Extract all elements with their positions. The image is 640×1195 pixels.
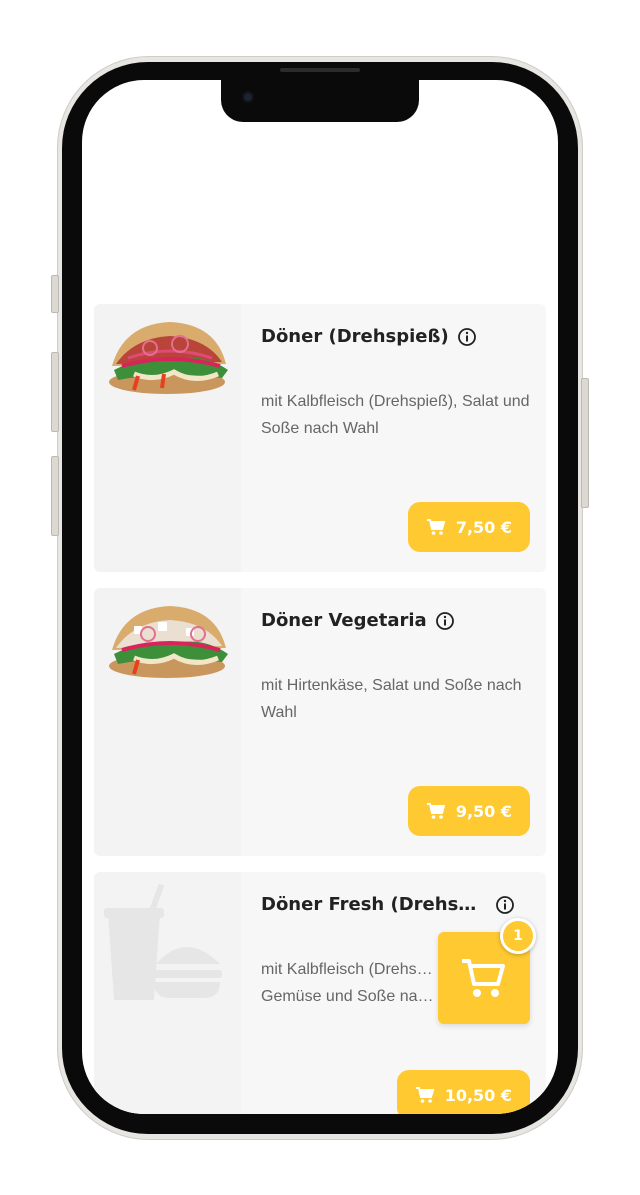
menu-item-card[interactable]: Döner Vegetaria mit Hirtenkäse, Salat un… xyxy=(94,588,546,856)
speaker-grille xyxy=(280,68,360,72)
menu-item-title: Döner (Drehspieß) xyxy=(261,326,449,347)
shopping-cart-icon xyxy=(426,803,446,819)
menu-item-title: Döner Fresh (Drehspi… xyxy=(261,894,485,915)
volume-down-button xyxy=(51,456,59,536)
price-label: 9,50 € xyxy=(455,801,512,821)
menu-item-title: Döner Vegetaria xyxy=(261,610,427,631)
menu-item-description: mit Kalbfleisch (Drehspieß), Salat und S… xyxy=(261,393,530,437)
volume-up-button xyxy=(51,352,59,432)
menu-item-body: Döner (Drehspieß) mit Kalbfleisch (Drehs… xyxy=(261,304,530,572)
shopping-cart-icon xyxy=(462,959,505,997)
info-icon[interactable] xyxy=(435,611,455,631)
doner-sandwich-photo xyxy=(94,304,241,572)
add-to-cart-button[interactable]: 10,50 € xyxy=(396,1070,530,1114)
placeholder-drink-burger-icon xyxy=(94,872,241,1114)
power-button xyxy=(581,378,589,508)
front-camera xyxy=(242,91,254,103)
menu-item-description: mit Kalbfleisch (Drehs… Gemüse und Soße … xyxy=(261,961,434,1005)
menu-item-body: Döner Vegetaria mit Hirtenkäse, Salat un… xyxy=(261,588,530,856)
price-label: 10,50 € xyxy=(444,1085,512,1105)
menu-item-description: mit Hirtenkäse, Salat und Soße nach Wahl xyxy=(261,677,522,721)
shopping-cart-icon xyxy=(415,1087,435,1103)
doner-sandwich-photo xyxy=(94,588,241,856)
shopping-cart-icon xyxy=(426,519,446,535)
info-icon[interactable] xyxy=(495,895,515,915)
cart-count-badge: 1 xyxy=(500,918,536,954)
add-to-cart-button[interactable]: 9,50 € xyxy=(407,786,530,836)
menu-item-card[interactable]: Döner (Drehspieß) mit Kalbfleisch (Drehs… xyxy=(94,304,546,572)
add-to-cart-button[interactable]: 7,50 € xyxy=(407,502,530,552)
phone-screen: Döner (Drehspieß) mit Kalbfleisch (Drehs… xyxy=(82,80,558,1114)
mute-switch xyxy=(51,275,59,313)
info-icon[interactable] xyxy=(457,327,477,347)
price-label: 7,50 € xyxy=(455,517,512,537)
